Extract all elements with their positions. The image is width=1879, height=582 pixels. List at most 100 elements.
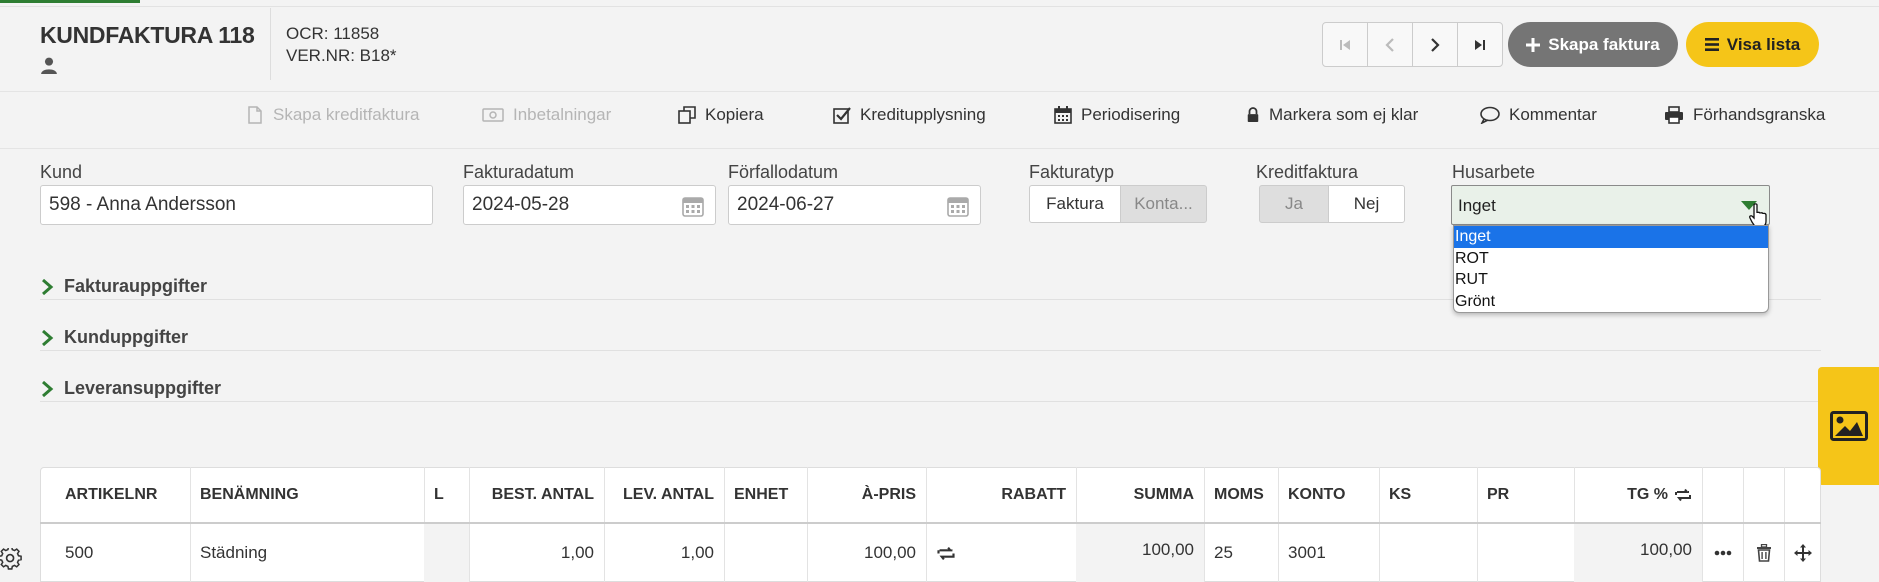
cell-best-antal[interactable]: 1,00: [469, 524, 605, 582]
header-divider: [270, 8, 271, 80]
accordion-delivery-details[interactable]: Leveransuppgifter: [40, 378, 221, 399]
toolbar-comment[interactable]: Kommentar: [1480, 103, 1597, 127]
house-work-dropdown: Inget ROT RUT Grönt: [1453, 225, 1769, 313]
col-header-l[interactable]: L: [424, 467, 470, 523]
toolbar-copy[interactable]: Kopiera: [678, 103, 764, 127]
accordion-invoice-details[interactable]: Fakturauppgifter: [40, 276, 207, 297]
toolbar-label: Kommentar: [1509, 105, 1597, 124]
toolbar-label: Förhandsgranska: [1693, 105, 1826, 124]
cell-ks[interactable]: [1379, 524, 1478, 582]
money-icon: [482, 108, 504, 122]
swap-icon[interactable]: [936, 546, 956, 561]
col-header-actions: [1702, 467, 1744, 523]
row-drag-handle[interactable]: [1784, 524, 1821, 582]
due-date-input[interactable]: 2024-06-27: [728, 185, 981, 225]
accordion-label: Fakturauppgifter: [64, 276, 208, 296]
swap-icon[interactable]: [1674, 488, 1692, 502]
cell-moms[interactable]: 25: [1204, 524, 1279, 582]
invoice-type-kontant[interactable]: Konta...: [1120, 185, 1207, 223]
col-header-summa[interactable]: SUMMA: [1076, 467, 1205, 523]
move-icon: [1793, 544, 1812, 562]
invoice-date-input[interactable]: 2024-05-28: [463, 185, 716, 225]
row-more-button[interactable]: [1702, 524, 1744, 582]
cell-konto[interactable]: 3001: [1278, 524, 1380, 582]
col-header-enhet[interactable]: ENHET: [724, 467, 808, 523]
ellipsis-icon: [1714, 550, 1731, 556]
plus-icon: [1526, 37, 1541, 52]
col-header-a-pris[interactable]: À-PRIS: [807, 467, 927, 523]
image-panel-toggle[interactable]: [1818, 367, 1879, 485]
cell-a-pris[interactable]: 100,00: [807, 524, 927, 582]
col-header-move: [1784, 467, 1821, 523]
chevron-right-icon: [42, 278, 54, 295]
comment-icon: [1480, 106, 1500, 124]
toolbar-accrual[interactable]: Periodisering: [1054, 103, 1180, 127]
page-title: KUNDFAKTURA 118: [40, 22, 255, 48]
credit-invoice-label: Kreditfaktura: [1256, 162, 1359, 182]
row-delete-button[interactable]: [1743, 524, 1785, 582]
col-header-moms[interactable]: MOMS: [1204, 467, 1279, 523]
col-header-best-antal[interactable]: BEST. ANTAL: [469, 467, 605, 523]
accordion-customer-details[interactable]: Kunduppgifter: [40, 327, 188, 348]
toolbar-border: [0, 91, 1879, 92]
cell-rabatt[interactable]: [926, 524, 1077, 582]
col-header-konto[interactable]: KONTO: [1278, 467, 1380, 523]
customer-label: Kund: [40, 162, 83, 182]
house-work-option-rut[interactable]: RUT: [1454, 269, 1768, 291]
accordion-divider: [40, 401, 1821, 402]
credit-invoice-no[interactable]: Nej: [1328, 185, 1405, 223]
toolbar-create-credit-invoice[interactable]: Skapa kreditfaktura: [246, 103, 419, 127]
invoice-type-faktura[interactable]: Faktura: [1029, 185, 1121, 223]
cell-benamning[interactable]: Städning: [190, 524, 425, 582]
toolbar-payments[interactable]: Inbetalningar: [482, 103, 611, 127]
image-icon: [1829, 411, 1868, 441]
col-header-lev-antal[interactable]: LEV. ANTAL: [604, 467, 725, 523]
col-header-artikelnr[interactable]: ARTIKELNR: [40, 467, 191, 523]
cell-enhet[interactable]: [724, 524, 808, 582]
invoice-type-label: Fakturatyp: [1029, 162, 1115, 182]
create-invoice-label: Skapa faktura: [1548, 34, 1660, 54]
col-header-ks[interactable]: KS: [1379, 467, 1478, 523]
nav-first-button[interactable]: [1322, 22, 1368, 67]
house-work-select[interactable]: Inget: [1451, 185, 1770, 225]
skip-last-icon: [1475, 39, 1485, 50]
house-work-option-gront[interactable]: Grönt: [1454, 291, 1768, 313]
house-work-option-rot[interactable]: ROT: [1454, 248, 1768, 270]
toolbar-label: Markera som ej klar: [1269, 105, 1419, 124]
col-header-tg[interactable]: TG %: [1574, 467, 1703, 523]
lock-icon: [1247, 107, 1259, 122]
checkbox-icon: [833, 107, 851, 124]
document-icon: [248, 106, 262, 124]
chevron-right-icon: [42, 329, 54, 346]
create-invoice-button[interactable]: Skapa faktura: [1508, 22, 1678, 67]
col-header-delete: [1743, 467, 1785, 523]
nav-next-button[interactable]: [1412, 22, 1458, 67]
nav-prev-button[interactable]: [1367, 22, 1413, 67]
cell-pr[interactable]: [1477, 524, 1575, 582]
show-list-button[interactable]: Visa lista: [1686, 22, 1819, 67]
cell-l[interactable]: [424, 524, 470, 582]
top-border: [0, 6, 1879, 7]
col-header-benamning[interactable]: BENÄMNING: [190, 467, 425, 523]
gear-icon[interactable]: [0, 548, 22, 570]
due-date-label: Förfallodatum: [728, 162, 839, 182]
col-header-rabatt[interactable]: RABATT: [926, 467, 1077, 523]
customer-input[interactable]: 598 - Anna Andersson: [40, 185, 433, 225]
accordion-label: Kunduppgifter: [64, 327, 188, 347]
credit-invoice-yes[interactable]: Ja: [1259, 185, 1329, 223]
chevron-right-icon: [1431, 37, 1440, 52]
toolbar-label: Inbetalningar: [513, 105, 612, 124]
chevron-left-icon: [1385, 37, 1394, 52]
calendar-icon[interactable]: [682, 195, 704, 217]
toolbar-credit-check[interactable]: Kreditupplysning: [833, 103, 986, 127]
nav-last-button[interactable]: [1457, 22, 1503, 67]
toolbar-label: Periodisering: [1081, 105, 1181, 124]
calendar-icon[interactable]: [947, 195, 969, 217]
toolbar-mark-not-done[interactable]: Markera som ej klar: [1246, 103, 1418, 127]
cell-lev-antal[interactable]: 1,00: [604, 524, 725, 582]
col-header-pr[interactable]: PR: [1477, 467, 1575, 523]
cell-artikelnr[interactable]: 500: [40, 524, 191, 582]
toolbar-preview[interactable]: Förhandsgranska: [1664, 103, 1825, 127]
house-work-option-inget[interactable]: Inget: [1454, 226, 1768, 248]
invoice-date-label: Fakturadatum: [463, 162, 575, 182]
